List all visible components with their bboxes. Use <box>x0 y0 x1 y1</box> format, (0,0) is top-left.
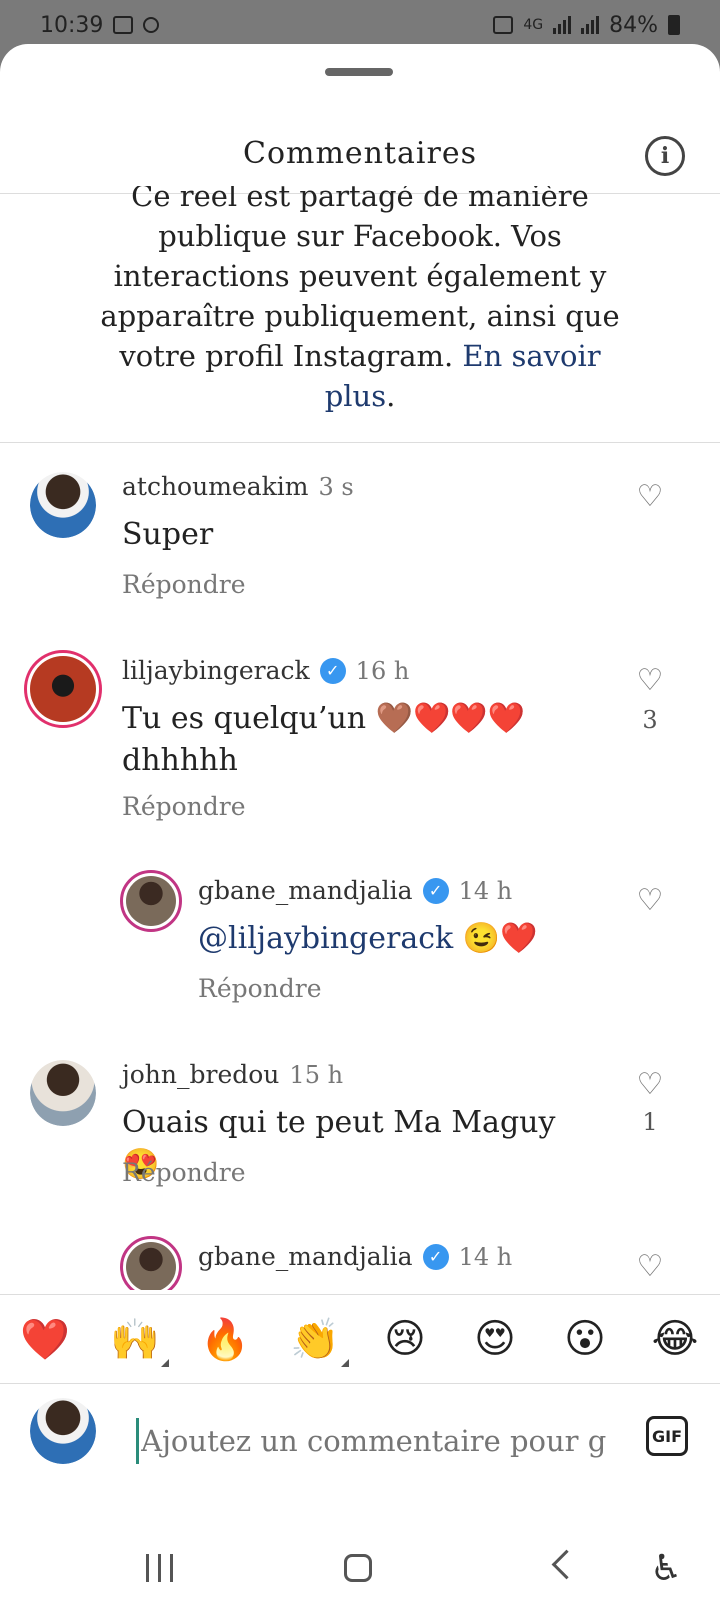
signal-icon-2 <box>581 16 600 34</box>
battery-icon <box>668 15 680 35</box>
like-count: 1 <box>642 1108 658 1136</box>
emoji-raised-hands[interactable]: 🙌 <box>107 1316 169 1367</box>
username[interactable]: liljaybingerack <box>122 656 310 685</box>
gif-button[interactable]: GIF <box>646 1416 688 1456</box>
reply-button[interactable]: Répondre <box>198 974 322 1003</box>
status-left: 10:39 <box>40 12 160 38</box>
emoji-fire[interactable]: 🔥 <box>197 1316 253 1363</box>
notice-end: . <box>386 379 396 413</box>
clock: 10:39 <box>40 12 104 38</box>
mention-link[interactable]: @liljaybingerack <box>198 921 453 956</box>
comment-time: 15 h <box>289 1060 344 1089</box>
comment-text: Super <box>122 517 214 552</box>
like-heart-icon[interactable]: ♡ <box>634 1252 666 1282</box>
signal-icon <box>553 16 572 34</box>
like-count: 3 <box>642 706 658 734</box>
accessibility-icon[interactable]: ♿ <box>650 1548 682 1589</box>
facebook-share-notice: Ce reel est partagé de manière publique … <box>80 186 640 426</box>
comment-item: gbane_mandjalia ✓ 14 h ♡ <box>0 1236 720 1290</box>
emoji-glyph: 🙌 <box>110 1316 160 1363</box>
skin-tone-indicator-icon <box>161 1358 169 1367</box>
reply-button[interactable]: Répondre <box>122 570 246 599</box>
gallery-icon <box>113 16 134 34</box>
emoji-laughing[interactable]: 😂 <box>647 1316 703 1362</box>
reply-button[interactable]: Répondre <box>122 792 246 821</box>
comment-body: 😉❤️ <box>453 921 538 956</box>
drag-handle[interactable] <box>325 68 393 76</box>
verified-badge-icon: ✓ <box>422 877 449 904</box>
recycle-icon <box>493 16 514 34</box>
comment-time: 3 s <box>318 472 354 501</box>
avatar[interactable] <box>30 472 96 538</box>
emoji-clap[interactable]: 👏 <box>287 1316 349 1367</box>
verified-badge-icon: ✓ <box>319 657 346 684</box>
comment-composer: GIF <box>0 1384 720 1494</box>
emoji-crying[interactable]: 😢 <box>377 1316 433 1362</box>
emoji-reaction-bar: ❤️ 🙌 🔥 👏 😢 😍 😮 😂 <box>0 1294 720 1384</box>
avatar[interactable] <box>30 1060 96 1126</box>
like-heart-icon[interactable]: ♡ <box>634 1070 666 1100</box>
like-heart-icon[interactable]: ♡ <box>634 482 666 512</box>
comment-author[interactable]: atchoumeakim 3 s <box>122 472 354 501</box>
home-icon[interactable] <box>344 1554 372 1582</box>
comment-author[interactable]: liljaybingerack ✓ 16 h <box>122 656 409 685</box>
status-bar: 10:39 4G 84% <box>0 0 720 50</box>
username[interactable]: john_bredou <box>122 1060 279 1089</box>
system-nav-bar: ♿ <box>0 1494 720 1600</box>
username[interactable]: atchoumeakim <box>122 472 308 501</box>
recent-apps-icon[interactable] <box>146 1554 173 1582</box>
back-icon[interactable] <box>551 1549 582 1580</box>
sheet-title: Commentaires <box>242 136 477 171</box>
reply-button[interactable]: Répondre <box>122 1158 246 1187</box>
comment-time: 14 h <box>458 1242 513 1271</box>
comment-author[interactable]: gbane_mandjalia ✓ 14 h <box>198 1242 512 1271</box>
skin-tone-indicator-icon <box>341 1358 349 1367</box>
avatar[interactable] <box>120 1236 182 1290</box>
emoji-surprised[interactable]: 😮 <box>557 1316 613 1362</box>
emoji-heart[interactable]: ❤️ <box>17 1316 73 1363</box>
info-icon[interactable]: i <box>645 136 685 176</box>
like-heart-icon[interactable]: ♡ <box>634 886 666 916</box>
emoji-glyph: 👏 <box>290 1316 340 1363</box>
comment-text: Tu es quelqu’un 🤎❤️❤️❤️ dhhhhh <box>122 701 526 778</box>
network-type: 4G <box>523 17 544 33</box>
username[interactable]: gbane_mandjalia <box>198 876 413 905</box>
comment-time: 16 h <box>355 656 410 685</box>
notice-divider <box>0 442 720 443</box>
battery-percent: 84% <box>609 12 658 38</box>
username[interactable]: gbane_mandjalia <box>198 1242 413 1271</box>
avatar[interactable] <box>24 650 102 728</box>
comment-author[interactable]: gbane_mandjalia ✓ 14 h <box>198 876 512 905</box>
status-right: 4G 84% <box>493 13 680 38</box>
emoji-heart-eyes[interactable]: 😍 <box>467 1316 523 1362</box>
comment-author[interactable]: john_bredou 15 h <box>122 1060 343 1089</box>
my-avatar <box>30 1398 96 1464</box>
comment-time: 14 h <box>458 876 513 905</box>
avatar[interactable] <box>120 870 182 932</box>
like-heart-icon[interactable]: ♡ <box>634 666 666 696</box>
comment-text: @liljaybingerack 😉❤️ <box>198 918 618 960</box>
comment-input[interactable] <box>136 1418 623 1464</box>
verified-badge-icon: ✓ <box>422 1243 449 1270</box>
hd-icon <box>143 17 160 33</box>
comments-sheet: Commentaires i Ce reel est partagé de ma… <box>0 44 720 1600</box>
